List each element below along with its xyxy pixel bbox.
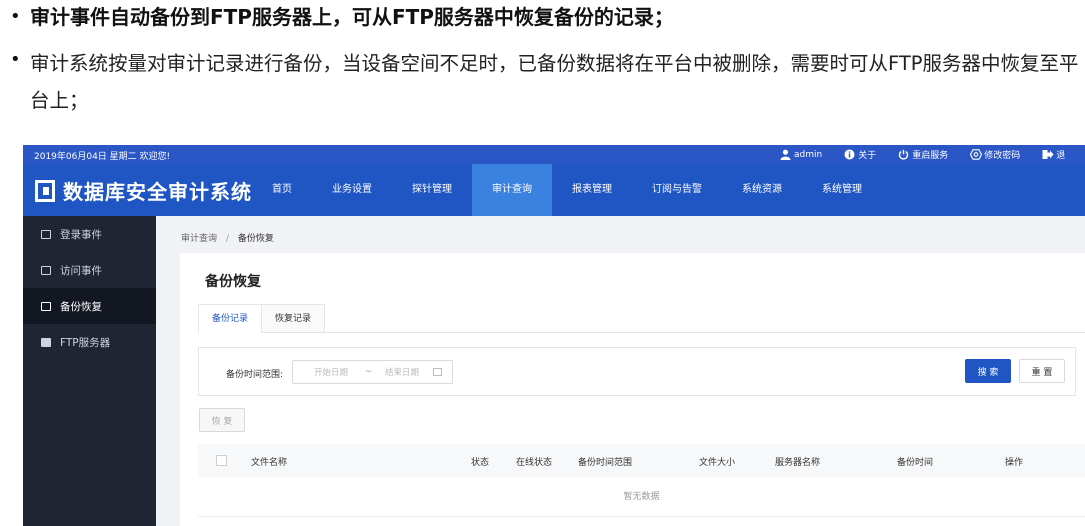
logout-icon: [1042, 149, 1054, 160]
date-range-picker[interactable]: 开始日期 ~ 结束日期: [292, 360, 453, 384]
main-navbar: 数据库安全审计系统 首页 业务设置 探针管理 审计查询 报表管理 订阅与告警 系…: [23, 164, 1085, 216]
about-button[interactable]: 关于: [844, 148, 876, 161]
range-separator: ~: [365, 367, 373, 377]
gear-icon: [970, 149, 983, 160]
restart-button[interactable]: 重启服务: [898, 148, 948, 161]
nav-item-report-management[interactable]: 报表管理: [552, 164, 632, 216]
nav-item-system-management[interactable]: 系统管理: [802, 164, 882, 216]
nav-item-audit-query[interactable]: 审计查询: [472, 164, 552, 216]
sidebar-item-label: FTP服务器: [60, 336, 111, 349]
backup-icon: [41, 301, 51, 311]
access-event-icon: [41, 265, 51, 275]
about-label: 关于: [858, 151, 877, 161]
date-range-label: 备份时间范围:: [226, 370, 284, 380]
user-menu[interactable]: admin: [780, 149, 822, 160]
bullet-mark: •: [10, 49, 21, 70]
sidebar-item-access-events[interactable]: 访问事件: [23, 252, 156, 288]
empty-state: 暂无数据: [198, 478, 1085, 517]
app-name: 数据库安全审计系统: [63, 180, 252, 204]
sidebar-item-label: 访问事件: [60, 264, 102, 277]
main-content: 审计查询 / 备份恢复 备份恢复 备份记录 恢复记录 备份时间范围: 开始日期 …: [156, 216, 1085, 526]
bullet-mark: •: [10, 6, 21, 27]
column-header: 服务器名称: [775, 458, 821, 468]
column-header: 文件名称: [251, 458, 288, 468]
restart-label: 重启服务: [912, 151, 949, 161]
logo-icon: [35, 179, 55, 202]
column-header: 状态: [471, 458, 490, 468]
sidebar-item-backup-restore[interactable]: 备份恢复: [23, 288, 156, 324]
logout-button[interactable]: 退: [1042, 148, 1065, 161]
tab-backup-records[interactable]: 备份记录: [198, 304, 263, 333]
login-event-icon: [41, 229, 51, 239]
nav-item-system-resources[interactable]: 系统资源: [722, 164, 802, 216]
current-date: 2019年06月04日 星期二 欢迎您!: [34, 152, 171, 162]
change-password-label: 修改密码: [984, 151, 1021, 161]
select-all-checkbox[interactable]: [216, 455, 227, 466]
nav-item-subscription-alerts[interactable]: 订阅与告警: [632, 164, 722, 216]
nav-item-probe-management[interactable]: 探针管理: [392, 164, 472, 216]
page-title: 备份恢复: [205, 274, 261, 290]
top-actions: admin 关于 重启服务 修改密码 退: [780, 145, 1085, 164]
column-header: 操作: [1005, 458, 1024, 468]
column-header: 文件大小: [699, 458, 736, 468]
username: admin: [794, 149, 823, 160]
backup-restore-panel: 备份恢复 备份记录 恢复记录 备份时间范围: 开始日期 ~ 结束日期 搜 索 重…: [180, 253, 1085, 526]
bullet-item: • 审计系统按量对审计记录进行备份，当设备空间不足时，已备份数据将在平台中被删除…: [10, 45, 1080, 119]
bullet-text: 审计系统按量对审计记录进行备份，当设备空间不足时，已备份数据将在平台中被删除，需…: [30, 52, 1079, 112]
nav-item-home[interactable]: 首页: [252, 164, 312, 216]
app-logo: 数据库安全审计系统: [35, 176, 252, 205]
sidebar-item-ftp-server[interactable]: FTP服务器: [23, 324, 156, 360]
ftp-server-icon: [41, 337, 51, 347]
calendar-icon: [433, 368, 442, 376]
sidebar: 登录事件 访问事件 备份恢复 FTP服务器: [23, 216, 156, 526]
nav-item-business-settings[interactable]: 业务设置: [312, 164, 392, 216]
info-icon: [844, 149, 855, 160]
sidebar-item-login-events[interactable]: 登录事件: [23, 216, 156, 252]
search-button[interactable]: 搜 索: [965, 359, 1011, 383]
sidebar-item-label: 登录事件: [60, 228, 102, 241]
breadcrumb-current: 备份恢复: [237, 234, 274, 244]
breadcrumb-separator: /: [225, 234, 229, 244]
sidebar-item-label: 备份恢复: [60, 300, 102, 313]
end-date-placeholder[interactable]: 结束日期: [385, 366, 419, 378]
logout-label: 退: [1056, 151, 1066, 161]
change-password-button[interactable]: 修改密码: [970, 148, 1020, 161]
slide-text: • 审计事件自动备份到FTP服务器上，可从FTP服务器中恢复备份的记录； • 审…: [0, 0, 1085, 145]
tab-bar: 备份记录 恢复记录: [198, 304, 1085, 333]
restore-button[interactable]: 恢 复: [199, 408, 245, 432]
search-form: 备份时间范围: 开始日期 ~ 结束日期 搜 索 重 置: [198, 347, 1076, 396]
tab-restore-records[interactable]: 恢复记录: [261, 304, 326, 333]
column-header: 备份时间范围: [578, 458, 633, 468]
column-header: 备份时间: [897, 458, 934, 468]
bullet-item: • 审计事件自动备份到FTP服务器上，可从FTP服务器中恢复备份的记录；: [10, 2, 674, 32]
user-icon: [780, 149, 791, 160]
breadcrumb: 审计查询 / 备份恢复: [181, 231, 274, 244]
reset-button[interactable]: 重 置: [1019, 359, 1065, 383]
breadcrumb-parent[interactable]: 审计查询: [181, 234, 217, 244]
power-icon: [898, 149, 909, 160]
top-status-bar: 2019年06月04日 星期二 欢迎您! admin 关于 重启服务 修改密码 …: [23, 145, 1085, 164]
table-header: 文件名称 状态 在线状态 备份时间范围 文件大小 服务器名称 备份时间 操作: [198, 444, 1085, 478]
app-window: 2019年06月04日 星期二 欢迎您! admin 关于 重启服务 修改密码 …: [23, 145, 1085, 526]
column-header: 在线状态: [516, 458, 553, 468]
start-date-placeholder[interactable]: 开始日期: [314, 366, 348, 378]
nav-menu: 首页 业务设置 探针管理 审计查询 报表管理 订阅与告警 系统资源 系统管理: [252, 164, 882, 216]
bullet-text-bold: 审计事件自动备份到FTP服务器上，可从FTP服务器中恢复备份的记录；: [30, 5, 674, 29]
